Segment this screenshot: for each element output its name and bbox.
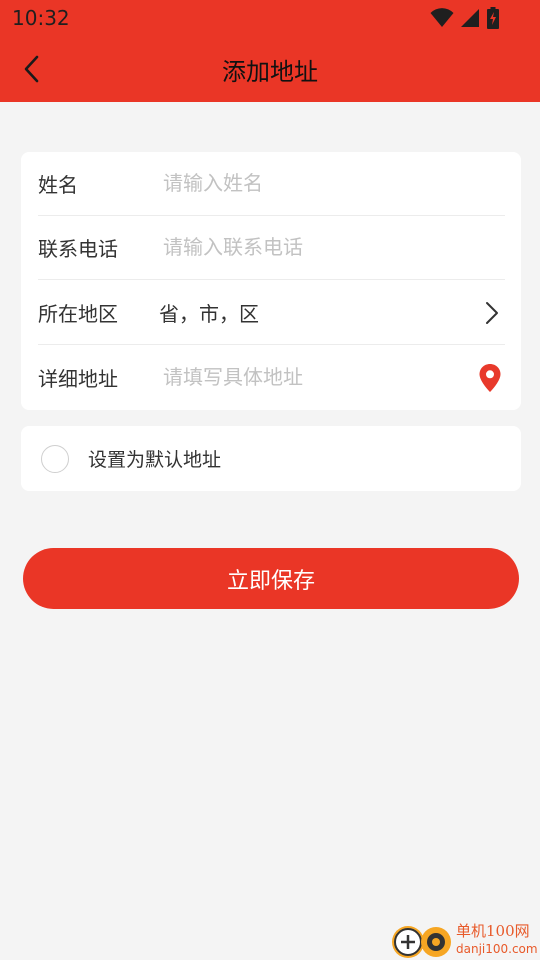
default-address-label: 设置为默认地址 (88, 449, 222, 471)
status-icons (430, 7, 500, 29)
watermark-logo-icon (392, 926, 451, 958)
default-address-card[interactable]: 设置为默认地址 (21, 426, 521, 491)
battery-charging-icon (487, 7, 499, 29)
divider (38, 344, 505, 345)
save-button[interactable]: 立即保存 (23, 548, 519, 609)
app-bar: 添加地址 (0, 36, 540, 102)
address-form-card: 姓名 联系电话 所在地区 省，市，区 详细地址 (21, 152, 521, 410)
status-time: 10:32 (12, 6, 70, 30)
wifi-icon (430, 8, 454, 27)
watermark: 单机100网 danji100.com (390, 914, 540, 960)
region-row[interactable]: 所在地区 省，市，区 (38, 281, 505, 345)
watermark-name: 单机100网 (456, 922, 530, 940)
detail-address-row: 详细地址 (38, 346, 505, 410)
phone-label: 联系电话 (38, 237, 118, 261)
region-label: 所在地区 (38, 302, 118, 326)
location-pin-icon[interactable] (478, 363, 502, 393)
status-bar: 10:32 (0, 0, 540, 36)
default-address-radio[interactable] (41, 445, 69, 473)
detail-address-label: 详细地址 (38, 367, 118, 391)
page-title: 添加地址 (222, 58, 318, 86)
phone-row: 联系电话 (38, 216, 505, 280)
region-value[interactable]: 省，市，区 (159, 298, 259, 327)
chevron-right-icon[interactable] (481, 301, 503, 325)
name-label: 姓名 (38, 173, 78, 197)
name-row: 姓名 (38, 152, 505, 216)
phone-input[interactable] (163, 230, 463, 264)
divider (38, 279, 505, 280)
name-input[interactable] (163, 166, 463, 200)
cell-signal-icon (461, 9, 479, 27)
detail-address-input[interactable] (163, 360, 463, 394)
watermark-url: danji100.com (456, 942, 538, 956)
